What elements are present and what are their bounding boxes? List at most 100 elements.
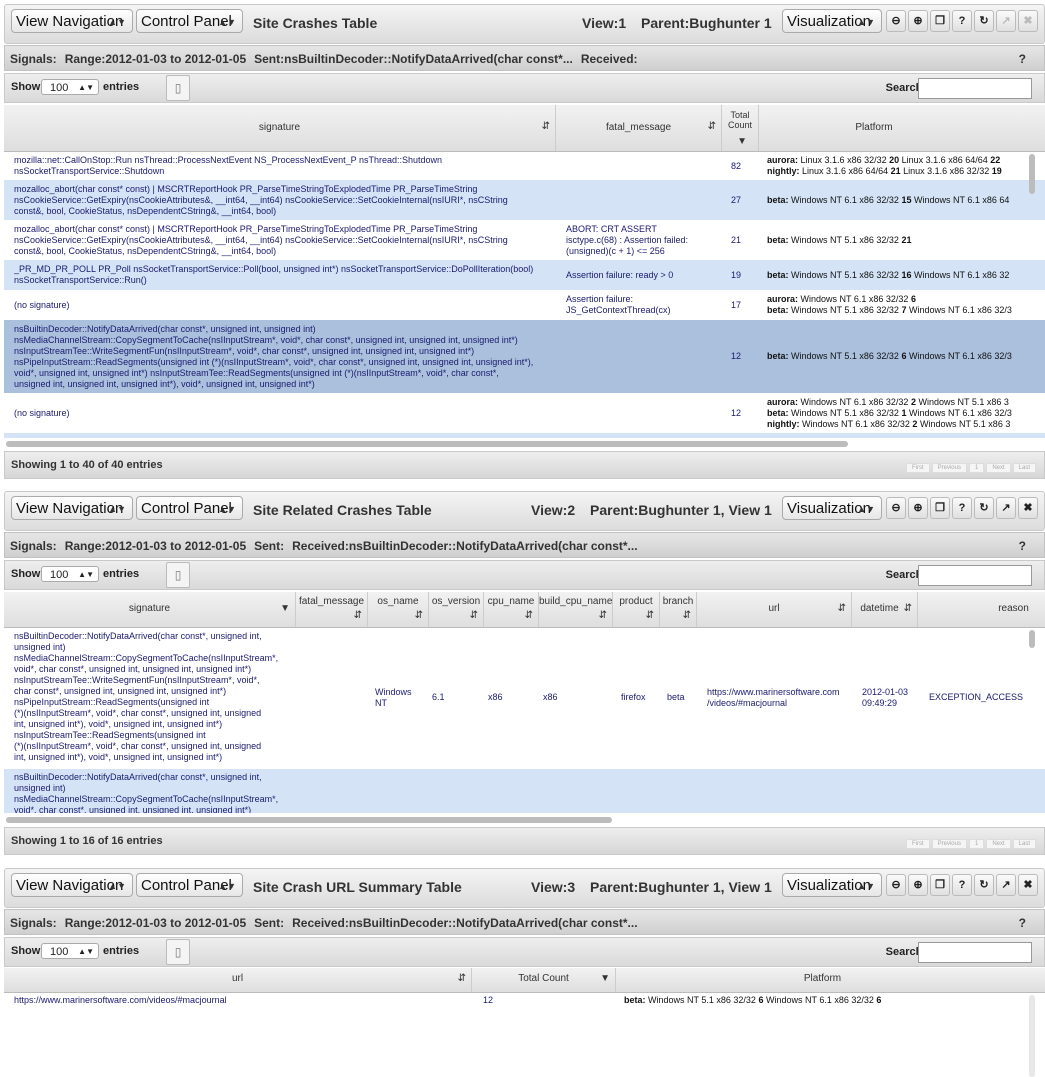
external-link-icon[interactable]: ↗ xyxy=(996,10,1016,32)
pager-first[interactable]: First xyxy=(905,839,930,849)
table-row[interactable]: nsBuiltinDecoder::NotifyDataArrived(char… xyxy=(4,320,1045,393)
control-panel-select[interactable]: Control Panel ▲▼ xyxy=(136,9,243,33)
vertical-scrollbar[interactable] xyxy=(1029,995,1035,1077)
pager-page-1[interactable]: 1 xyxy=(968,839,985,849)
control-panel-select[interactable]: Control Panel ▲▼ xyxy=(136,873,243,897)
column-header-product[interactable]: product ⇵ xyxy=(613,592,660,627)
column-header-fatal-message[interactable]: fatal_message ⇵ xyxy=(556,105,722,151)
column-header-signature[interactable]: signature ⇵ xyxy=(4,105,556,151)
column-header-platform[interactable]: Platform xyxy=(759,105,1045,151)
column-header-signature[interactable]: signature ▼ xyxy=(4,592,296,627)
columns-icon[interactable]: ▯ xyxy=(166,562,190,588)
chevron-updown-icon: ▲▼ xyxy=(857,17,875,27)
view-navigation-select[interactable]: View Navigation ▲▼ xyxy=(11,496,133,520)
table-row[interactable]: mozilla::net::CallOnStop::Run nsThread::… xyxy=(4,152,1045,180)
table-row[interactable]: https://www.marinersoftware.com/videos/#… xyxy=(4,993,1045,1007)
show-label: Show xyxy=(11,568,41,580)
column-header-branch[interactable]: branch ⇵ xyxy=(660,592,697,627)
table-row[interactable] xyxy=(4,433,1045,438)
question-icon[interactable]: ? xyxy=(952,874,972,896)
pager-next[interactable]: Next xyxy=(986,463,1011,473)
horizontal-scrollbar[interactable] xyxy=(6,817,612,823)
table-row[interactable]: nsBuiltinDecoder::NotifyDataArrived(char… xyxy=(4,769,1045,813)
table-row[interactable]: _PR_MD_PR_POLL PR_Poll nsSocketTransport… xyxy=(4,260,1045,290)
visualization-select[interactable]: Visualization ▲▼ xyxy=(782,873,882,897)
pager-previous[interactable]: Previous xyxy=(931,463,967,473)
platform-count: 15 xyxy=(901,194,912,205)
close-icon[interactable]: ✖ xyxy=(1018,874,1038,896)
platform-line: beta: Windows NT 5.1 x86 32/32 7 Windows… xyxy=(767,305,1045,316)
columns-icon[interactable]: ▯ xyxy=(166,75,190,101)
window-restore-icon[interactable]: ❐ xyxy=(930,497,950,519)
table-toolbar: Show 100 ▲▼ entries ▯ Search: xyxy=(4,73,1045,103)
close-icon[interactable]: ✖ xyxy=(1018,10,1038,32)
pager-last[interactable]: Last xyxy=(1012,839,1036,849)
search-input[interactable] xyxy=(918,565,1032,586)
column-header-url[interactable]: url ⇵ xyxy=(697,592,852,627)
help-icon[interactable]: ? xyxy=(1019,46,1026,72)
table-row[interactable]: nsBuiltinDecoder::NotifyDataArrived(char… xyxy=(4,628,1045,769)
column-header-build-cpu-name[interactable]: build_cpu_name ⇵ xyxy=(539,592,613,627)
signature-cell: mozalloc_abort(char const* const) | MSCR… xyxy=(14,183,508,216)
search-input[interactable] xyxy=(918,942,1032,963)
external-link-icon[interactable]: ↗ xyxy=(996,874,1016,896)
entries-length-select[interactable]: 100 ▲▼ xyxy=(41,566,99,582)
pager-next[interactable]: Next xyxy=(986,839,1011,849)
signature-cell: (no signature) xyxy=(14,407,70,418)
column-label: cpu_name xyxy=(487,596,535,607)
minus-circle-icon[interactable]: ⊖ xyxy=(886,10,906,32)
platform-count: 19 xyxy=(991,166,1002,176)
column-header-reason[interactable]: reason xyxy=(918,592,1045,627)
platform-os: Windows NT 6.1 x86 32/32 xyxy=(800,396,909,407)
help-icon[interactable]: ? xyxy=(1019,910,1026,936)
column-header-platform[interactable]: Platform xyxy=(616,968,1045,992)
column-header-fatal-message[interactable]: fatal_message ⇵ xyxy=(296,592,368,627)
visualization-select[interactable]: Visualization ▲▼ xyxy=(782,496,882,520)
platform-os: Linux 3.1.6 x86 64/64 xyxy=(802,166,889,176)
window-restore-icon[interactable]: ❐ xyxy=(930,874,950,896)
column-header-os-name[interactable]: os_name ⇵ xyxy=(368,592,429,627)
plus-circle-icon[interactable]: ⊕ xyxy=(908,10,928,32)
table-row[interactable]: (no signature) Assertion failure: JS_GetC… xyxy=(4,290,1045,320)
minus-circle-icon[interactable]: ⊖ xyxy=(886,497,906,519)
question-icon[interactable]: ? xyxy=(952,497,972,519)
platform-cell: aurora: Linux 3.1.6 x86 32/32 20 Linux 3… xyxy=(767,155,1045,177)
platform-line: aurora: Windows NT 6.1 x86 32/32 6 xyxy=(767,294,1045,305)
column-header-os-version[interactable]: os_version ⇵ xyxy=(429,592,484,627)
entries-length-select[interactable]: 100 ▲▼ xyxy=(41,79,99,95)
table-row[interactable]: (no signature) 12 aurora: Windows NT 6.1 x… xyxy=(4,393,1045,433)
pager-previous[interactable]: Previous xyxy=(931,839,967,849)
table-row[interactable]: mozalloc_abort(char const* const) | MSCR… xyxy=(4,220,1045,260)
entries-length-select[interactable]: 100 ▲▼ xyxy=(41,943,99,959)
horizontal-scrollbar[interactable] xyxy=(6,441,848,447)
pager-page-1[interactable]: 1 xyxy=(968,463,985,473)
platform-count: 2 xyxy=(912,418,918,429)
control-panel-select[interactable]: Control Panel ▲▼ xyxy=(136,496,243,520)
view-navigation-select[interactable]: View Navigation ▲▼ xyxy=(11,9,133,33)
search-input[interactable] xyxy=(918,78,1032,99)
question-icon[interactable]: ? xyxy=(952,10,972,32)
pager-last[interactable]: Last xyxy=(1012,463,1036,473)
vertical-scrollbar[interactable] xyxy=(1029,630,1035,648)
close-icon[interactable]: ✖ xyxy=(1018,497,1038,519)
help-icon[interactable]: ? xyxy=(1019,533,1026,559)
columns-icon[interactable]: ▯ xyxy=(166,939,190,965)
column-header-total-count[interactable]: Total Count ▼ xyxy=(472,968,616,992)
column-header-cpu-name[interactable]: cpu_name ⇵ xyxy=(484,592,539,627)
refresh-icon[interactable]: ↻ xyxy=(974,10,994,32)
minus-circle-icon[interactable]: ⊖ xyxy=(886,874,906,896)
visualization-select[interactable]: Visualization ▲▼ xyxy=(782,9,882,33)
signals-sent: Sent: xyxy=(254,539,285,553)
view-navigation-select[interactable]: View Navigation ▲▼ xyxy=(11,873,133,897)
plus-circle-icon[interactable]: ⊕ xyxy=(908,497,928,519)
plus-circle-icon[interactable]: ⊕ xyxy=(908,874,928,896)
column-header-datetime[interactable]: datetime ⇵ xyxy=(852,592,918,627)
refresh-icon[interactable]: ↻ xyxy=(974,874,994,896)
refresh-icon[interactable]: ↻ xyxy=(974,497,994,519)
external-link-icon[interactable]: ↗ xyxy=(996,497,1016,519)
vertical-scrollbar[interactable] xyxy=(1029,154,1035,194)
window-restore-icon[interactable]: ❐ xyxy=(930,10,950,32)
table-row[interactable]: mozalloc_abort(char const* const) | MSCR… xyxy=(4,180,1045,220)
column-header-url[interactable]: url ⇵ xyxy=(4,968,472,992)
pager-first[interactable]: First xyxy=(905,463,930,473)
